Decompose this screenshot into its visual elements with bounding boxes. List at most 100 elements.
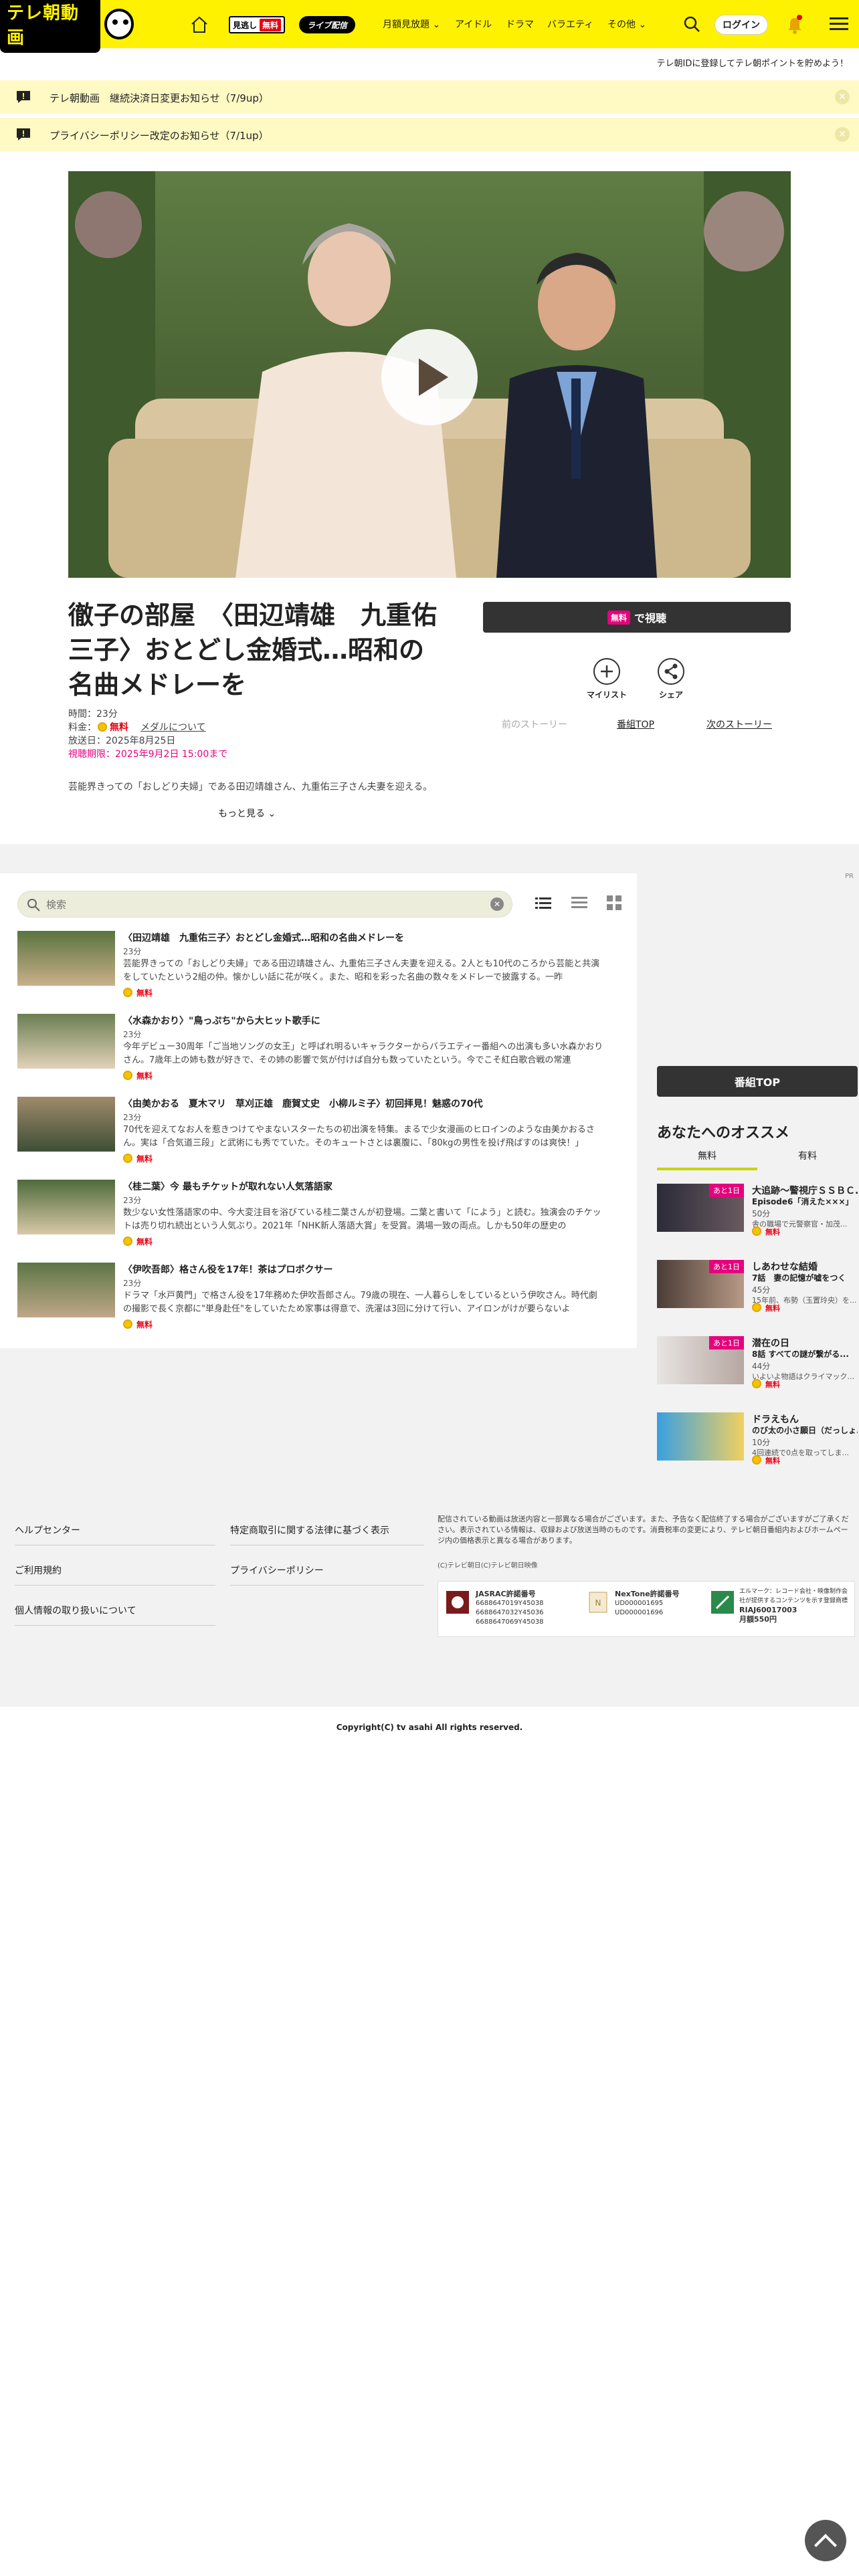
- nextone-logo-icon: N: [589, 1592, 607, 1613]
- point-banner[interactable]: テレ朝IDに登録してテレ朝ポイントを貯めよう！: [657, 56, 848, 69]
- episode-list-panel: ✕ 〈田辺靖雄 九重佑三子〉おとどし金婚式…昭和の名曲メドレーを 23分 芸能界…: [0, 873, 637, 1348]
- tab-free[interactable]: 無料: [657, 1149, 757, 1170]
- list-item-desc: ドラマ「水戸黄門」で格さん役を17年務めた伊吹吾郎さん。79歳の現在、一人暮らし…: [123, 1291, 597, 1314]
- close-icon[interactable]: ✕: [835, 90, 850, 104]
- recommend-thumbnail: あと1日: [657, 1184, 744, 1232]
- recommend-item[interactable]: あと1日 大追跡～警視庁ＳＳＢＣ... Episode6「消えた×××」 50分…: [657, 1184, 859, 1237]
- show-more-button[interactable]: もっと見る ⌄: [218, 807, 276, 820]
- site-logo[interactable]: テレ朝動画: [0, 0, 134, 53]
- recommend-item[interactable]: ドラえもん のび太の小さ願日（だっしょ... 10分 4回連続で0点を取ってしま…: [657, 1412, 858, 1465]
- medal-icon: [123, 988, 132, 997]
- back-to-top-button[interactable]: [805, 2520, 846, 2561]
- list-item-title: 〈水森かおり〉"鳥っぷち"から大ヒット歌手に: [123, 1016, 320, 1027]
- list-item-free: 無料: [123, 1319, 153, 1330]
- mylist-button[interactable]: [593, 658, 620, 685]
- notice-bar[interactable]: プライバシーポリシー改定のお知らせ（7/1up） ✕: [0, 118, 859, 151]
- nav-idol[interactable]: アイドル: [455, 17, 492, 31]
- list-item[interactable]: 〈由美かおる 夏木マリ 草刈正雄 鹿賀丈史 小柳ルミ子〉初回拝見！魅惑の70代 …: [17, 1097, 619, 1164]
- episode-description: 芸能界きっての「おしどり夫婦」である田辺靖雄さん、九重佑三子さん夫妻を迎える。2…: [68, 782, 430, 792]
- prev-story-link: 前のストーリー: [502, 720, 567, 730]
- footer-help-link[interactable]: ヘルプセンター: [15, 1523, 80, 1537]
- nav-drama[interactable]: ドラマ: [506, 17, 534, 31]
- episode-fee: 料金： 無料 メダルについて: [68, 722, 206, 733]
- share-button[interactable]: [658, 658, 684, 685]
- clear-icon[interactable]: ✕: [490, 897, 504, 911]
- medal-icon: [752, 1379, 761, 1388]
- recommend-thumbnail: [657, 1412, 744, 1461]
- hamburger-menu-icon[interactable]: [830, 16, 848, 32]
- search-icon[interactable]: [682, 15, 701, 33]
- medal-icon: [123, 1154, 132, 1163]
- episode-duration: 時間：23分: [68, 709, 118, 720]
- bell-icon[interactable]: [785, 13, 805, 35]
- list-item[interactable]: 〈田辺靖雄 九重佑三子〉おとどし金婚式…昭和の名曲メドレーを 23分 芸能界きっ…: [17, 931, 619, 998]
- grid-view-icon[interactable]: [606, 895, 622, 911]
- remaining-badge: あと1日: [709, 1260, 744, 1273]
- list-item-duration: 23分: [123, 1030, 142, 1039]
- close-icon[interactable]: ✕: [835, 127, 850, 142]
- list-item-desc: 芸能界きっての「おしどり夫婦」である田辺靖雄さん、九重佑三子さん夫妻を迎える。2…: [123, 959, 600, 982]
- next-story-link[interactable]: 次のストーリー: [706, 718, 772, 731]
- free-catchup-button[interactable]: 見逃し 無料: [229, 16, 286, 33]
- medal-icon: [123, 1237, 132, 1246]
- list-item[interactable]: 〈桂二葉〉今 最もチケットが取れない人気落語家 23分 数少ない女性落語家の中、…: [17, 1180, 619, 1247]
- list-item-duration: 23分: [123, 1196, 142, 1205]
- divider: [230, 1585, 424, 1586]
- list-item-desc: 70代を迎えてなお人を惹きつけてやまないスターたちの初出演を特集。まるで少女漫画…: [123, 1125, 595, 1148]
- recommend-item[interactable]: あと1日 しあわせな結婚 7話 妻の記憶が嘘をつく 45分 15年前、布勢（玉置…: [657, 1260, 858, 1313]
- episode-expire: 視聴期限：2025年9月2日 15:00まで: [68, 749, 228, 760]
- jasrac-logo-icon: [446, 1591, 469, 1614]
- list-item[interactable]: 〈水森かおり〉"鳥っぷち"から大ヒット歌手に 23分 今年デビュー30周年「ご当…: [17, 1014, 619, 1081]
- live-button[interactable]: ライブ配信: [299, 16, 356, 33]
- episode-thumbnail: [17, 931, 115, 986]
- list-item-free: 無料: [123, 1153, 153, 1164]
- list-item-title: 〈田辺靖雄 九重佑三子〉おとどし金婚式…昭和の名曲メドレーを: [123, 933, 404, 944]
- logo-text: テレ朝動画: [0, 0, 100, 53]
- home-icon[interactable]: [189, 15, 209, 35]
- footer-notes: 配信されている動画は放送内容と一部異なる場合がございます。また、予告なく配信終了…: [438, 1515, 849, 1545]
- divider: [15, 1625, 215, 1626]
- program-top-link[interactable]: 番組TOP: [617, 718, 654, 731]
- episode-air-date: 放送日：2025年8月25日: [68, 736, 176, 746]
- nextone-info: NexTone許諾番号 UD000001695 UD000001696: [615, 1590, 680, 1616]
- search-icon: [27, 899, 40, 911]
- nav-variety[interactable]: バラエティ: [547, 17, 593, 31]
- list-item-title: 〈桂二葉〉今 最もチケットが取れない人気落語家: [123, 1182, 332, 1192]
- watch-button[interactable]: 無料 で視聴: [483, 602, 791, 633]
- episode-search-input[interactable]: [46, 895, 488, 914]
- notice-bar[interactable]: テレ朝動画 継続決済日変更お知らせ（7/9up） ✕: [0, 80, 859, 114]
- footer-privacy-link[interactable]: プライバシーポリシー: [230, 1564, 324, 1577]
- login-button[interactable]: ログイン: [714, 15, 768, 35]
- program-top-button[interactable]: 番組TOP: [657, 1066, 858, 1097]
- plus-icon: [601, 665, 613, 677]
- list-item-desc: 今年デビュー30周年「ご当地ソングの女王」と呼ばれ明るいキャラクターからバラエテ…: [123, 1042, 603, 1065]
- footer-terms-link[interactable]: ご利用規約: [15, 1564, 62, 1577]
- tab-paid[interactable]: 有料: [757, 1149, 858, 1168]
- list-item-free: 無料: [123, 987, 153, 998]
- mylist-label: マイリスト: [586, 690, 627, 700]
- video-player[interactable]: [68, 171, 791, 578]
- copyright: Copyright(C) tv asahi All rights reserve…: [336, 1723, 523, 1732]
- list-view-icon[interactable]: [535, 895, 551, 911]
- recommend-title: あなたへのオススメ: [657, 1125, 790, 1142]
- list-item[interactable]: 〈伊吹吾郎〉格さん役を17年！茶はプロボクサー 23分 ドラマ「水戸黄門」で格さ…: [17, 1263, 619, 1329]
- nav-monthly[interactable]: 月額見放題 ⌄: [383, 17, 440, 31]
- notice-text: テレ朝動画 継続決済日変更お知らせ（7/9up）: [50, 92, 269, 104]
- detail-view-icon[interactable]: [571, 895, 587, 911]
- list-item-free: 無料: [123, 1070, 153, 1081]
- footer-commercial-law-link[interactable]: 特定商取引に関する法律に基づく表示: [230, 1523, 389, 1537]
- message-icon: [17, 128, 30, 140]
- footer-personal-info-link[interactable]: 個人情報の取り扱いについて: [15, 1604, 136, 1617]
- remaining-badge: あと1日: [709, 1184, 744, 1197]
- recommend-item[interactable]: あと1日 潜在の日 8話 すべての謎が繋がる... 44分 いよいよ物語はクライ…: [657, 1336, 858, 1389]
- l-mark-icon: [711, 1591, 734, 1614]
- episode-thumbnail: [17, 1180, 115, 1235]
- nav-other[interactable]: その他 ⌄: [607, 17, 646, 31]
- medal-icon: [98, 722, 107, 732]
- list-item-title: 〈由美かおる 夏木マリ 草刈正雄 鹿賀丈史 小柳ルミ子〉初回拝見！魅惑の70代: [123, 1099, 483, 1109]
- play-button[interactable]: [381, 329, 478, 425]
- pr-label: PR: [845, 873, 854, 880]
- medal-info-link[interactable]: メダルについて: [140, 722, 206, 733]
- footer-credit: (C)テレビ朝日(C)テレビ朝日映像: [438, 1562, 538, 1570]
- recommend-thumbnail: あと1日: [657, 1260, 744, 1308]
